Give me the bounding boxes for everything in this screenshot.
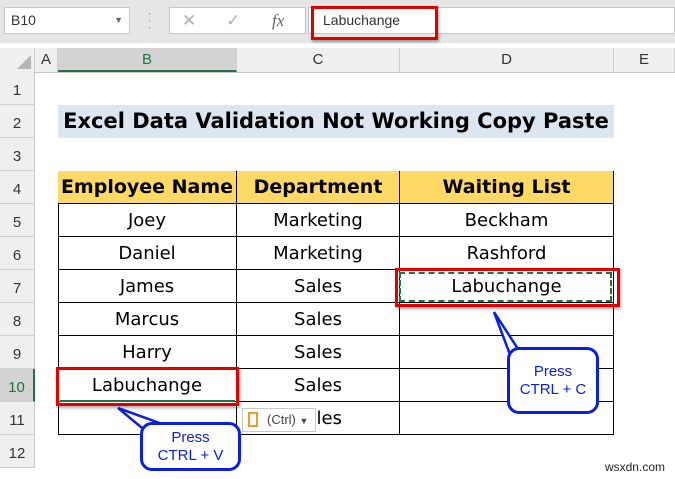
callout-line: CTRL + V: [157, 446, 224, 464]
paste-callout: Press CTRL + V: [140, 422, 241, 471]
callout-line: Press: [533, 362, 573, 380]
copy-callout: Press CTRL + C: [507, 347, 599, 414]
callout-line: Press: [171, 428, 210, 446]
callout-line: CTRL + C: [519, 380, 587, 398]
watermark: wsxdn.com: [604, 460, 665, 474]
